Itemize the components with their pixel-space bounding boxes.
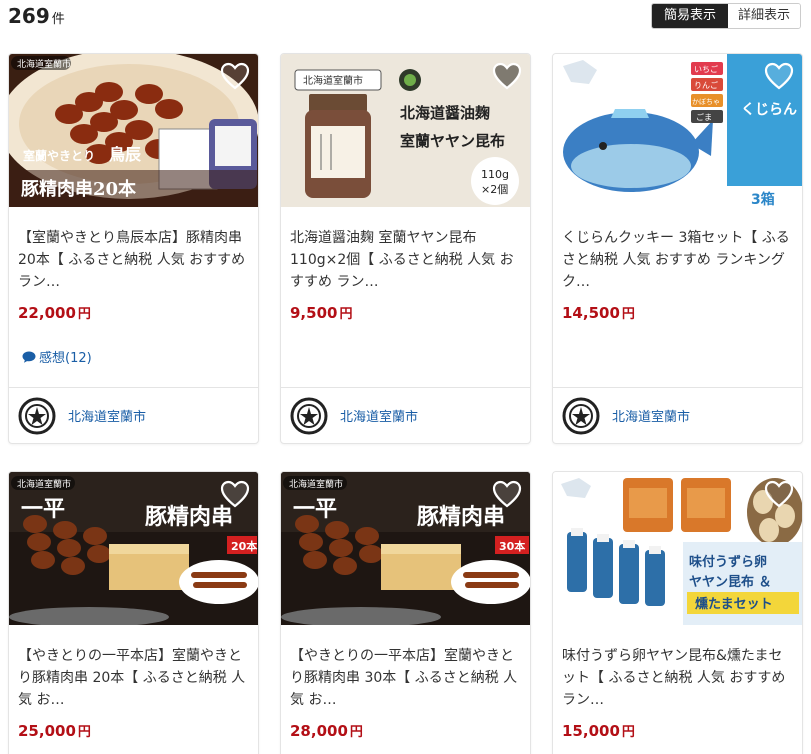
city-link[interactable]: 北海道室蘭市 [340,406,418,425]
city-link[interactable]: 北海道室蘭市 [68,406,146,425]
detail-view-button[interactable]: 詳細表示 [728,4,800,28]
price-currency: 円 [77,725,91,740]
product-price: 14,500 円 [553,303,802,325]
favorite-heart-icon[interactable] [764,62,794,90]
image-shop-label: 一平 [21,496,65,522]
product-price: 25,000 円 [9,721,258,743]
product-price: 15,000 円 [553,721,802,743]
image-flavor-3: かぼちゃ [692,98,720,106]
product-image[interactable]: 30本 北海道室蘭市 一平 豚精肉串 [281,472,530,625]
image-badge-count: 20本 [231,539,257,553]
favorite-heart-icon[interactable] [764,480,794,508]
product-price: 9,500 円 [281,303,530,325]
image-headline-3: 燻たまセット [695,596,773,612]
product-card[interactable]: 20本 北海道室蘭市 一平 豚精肉串 【やきとりの一平本店】室蘭やきとり豚精肉串… [8,471,259,754]
price-amount: 22,000 [18,304,76,322]
product-title[interactable]: 【やきとりの一平本店】室蘭やきとり豚精肉串 30本【 ふるさと納税 人気 お… [281,625,530,721]
price-currency: 円 [339,307,353,322]
image-headline-1: 北海道醤油麹 [400,104,490,122]
favorite-heart-icon[interactable] [220,62,250,90]
review-count: 感想(12) [39,351,92,366]
card-footer: 北海道室蘭市 [9,387,258,443]
product-image[interactable]: 北海道室蘭市 室蘭やきとり 鳥辰 豚精肉串20本 [9,54,258,207]
price-amount: 15,000 [562,722,620,740]
image-brand-label: 室蘭やきとり [23,148,95,163]
favorite-heart-icon[interactable] [492,480,522,508]
review-link[interactable]: 感想(12) [22,347,92,366]
product-price: 22,000 円 [9,303,258,325]
product-card[interactable]: 30本 北海道室蘭市 一平 豚精肉串 【やきとりの一平本店】室蘭やきとり豚精肉串… [280,471,531,754]
card-footer: 北海道室蘭市 [281,387,530,443]
result-count: 269 件 [8,4,65,28]
city-emblem-icon [18,397,56,434]
city-link[interactable]: 北海道室蘭市 [612,406,690,425]
image-flavor-2: りんご [694,80,718,90]
product-image[interactable]: 味付うずら卵 ヤヤン昆布 ＆ 燻たまセット [553,472,802,625]
product-image[interactable]: 北海道室蘭市 北海道醤油麹 室蘭ヤヤン昆布 110g ×2個 [281,54,530,207]
result-count-number: 269 [8,4,50,28]
product-card[interactable]: 北海道室蘭市 北海道醤油麹 室蘭ヤヤン昆布 110g ×2個 北海道醤油麹 室蘭… [280,53,531,444]
product-title[interactable]: 【やきとりの一平本店】室蘭やきとり豚精肉串 20本【 ふるさと納税 人気 お… [9,625,258,721]
image-badge-qty: ×2個 [481,183,508,196]
image-shop-label: 鳥辰 [109,145,141,164]
product-title[interactable]: 【室蘭やきとり鳥辰本店】豚精肉串20本【 ふるさと納税 人気 おすすめ ラン… [9,207,258,303]
image-region-label: 北海道室蘭市 [17,478,71,490]
city-emblem-icon [290,397,328,434]
image-region-label: 北海道室蘭市 [17,58,71,70]
price-currency: 円 [621,307,635,322]
simple-view-button[interactable]: 簡易表示 [652,4,728,28]
price-amount: 14,500 [562,304,620,322]
product-title[interactable]: 味付うずら卵ヤヤン昆布&燻たまセット【 ふるさと納税 人気 おすすめ ラン… [553,625,802,721]
product-card[interactable]: 北海道室蘭市 室蘭やきとり 鳥辰 豚精肉串20本 【室蘭やきとり鳥辰本店】豚精肉… [8,53,259,444]
image-headline-1: 味付うずら卵 [689,554,767,570]
price-currency: 円 [77,307,91,322]
view-toggle: 簡易表示 詳細表示 [651,3,801,29]
price-amount: 25,000 [18,722,76,740]
image-region-label: 北海道室蘭市 [289,478,343,490]
image-badge-count: 30本 [499,539,525,553]
image-flavor-1: いちご [694,64,718,74]
image-product-name: くじらん クッキー [741,102,802,118]
product-image[interactable]: 20本 北海道室蘭市 一平 豚精肉串 [9,472,258,625]
price-currency: 円 [349,725,363,740]
image-region-label: 北海道室蘭市 [303,74,363,87]
image-caption: 豚精肉串20本 [21,178,136,200]
favorite-heart-icon[interactable] [220,480,250,508]
price-amount: 28,000 [290,722,348,740]
speech-bubble-icon [22,351,36,363]
image-headline-2: 室蘭ヤヤン昆布 [400,132,505,150]
product-card[interactable]: 味付うずら卵 ヤヤン昆布 ＆ 燻たまセット 味付うずら卵ヤヤン昆布&燻たまセット… [552,471,803,754]
city-emblem-icon [562,397,600,434]
product-card[interactable]: いちご りんご かぼちゃ ごま くじらん クッキー 3箱 くじらんクッキー 3箱… [552,53,803,444]
image-badge-weight: 110g [481,168,509,181]
results-header: 269 件 簡易表示 詳細表示 [0,0,811,34]
result-count-unit: 件 [51,12,65,27]
price-currency: 円 [621,725,635,740]
image-flavor-4: ごま [696,112,712,122]
product-image[interactable]: いちご りんご かぼちゃ ごま くじらん クッキー 3箱 [553,54,802,207]
product-title[interactable]: 北海道醤油麹 室蘭ヤヤン昆布110g×2個【 ふるさと納税 人気 おすすめ ラン… [281,207,530,303]
product-title[interactable]: くじらんクッキー 3箱セット【 ふるさと納税 人気 おすすめ ランキング ク… [553,207,802,303]
card-footer: 北海道室蘭市 [553,387,802,443]
product-price: 28,000 円 [281,721,530,743]
image-headline-2: ヤヤン昆布 ＆ [689,574,772,590]
image-box-count: 3箱 [751,191,775,207]
price-amount: 9,500 [290,304,338,322]
image-shop-label: 一平 [293,496,337,522]
favorite-heart-icon[interactable] [492,62,522,90]
